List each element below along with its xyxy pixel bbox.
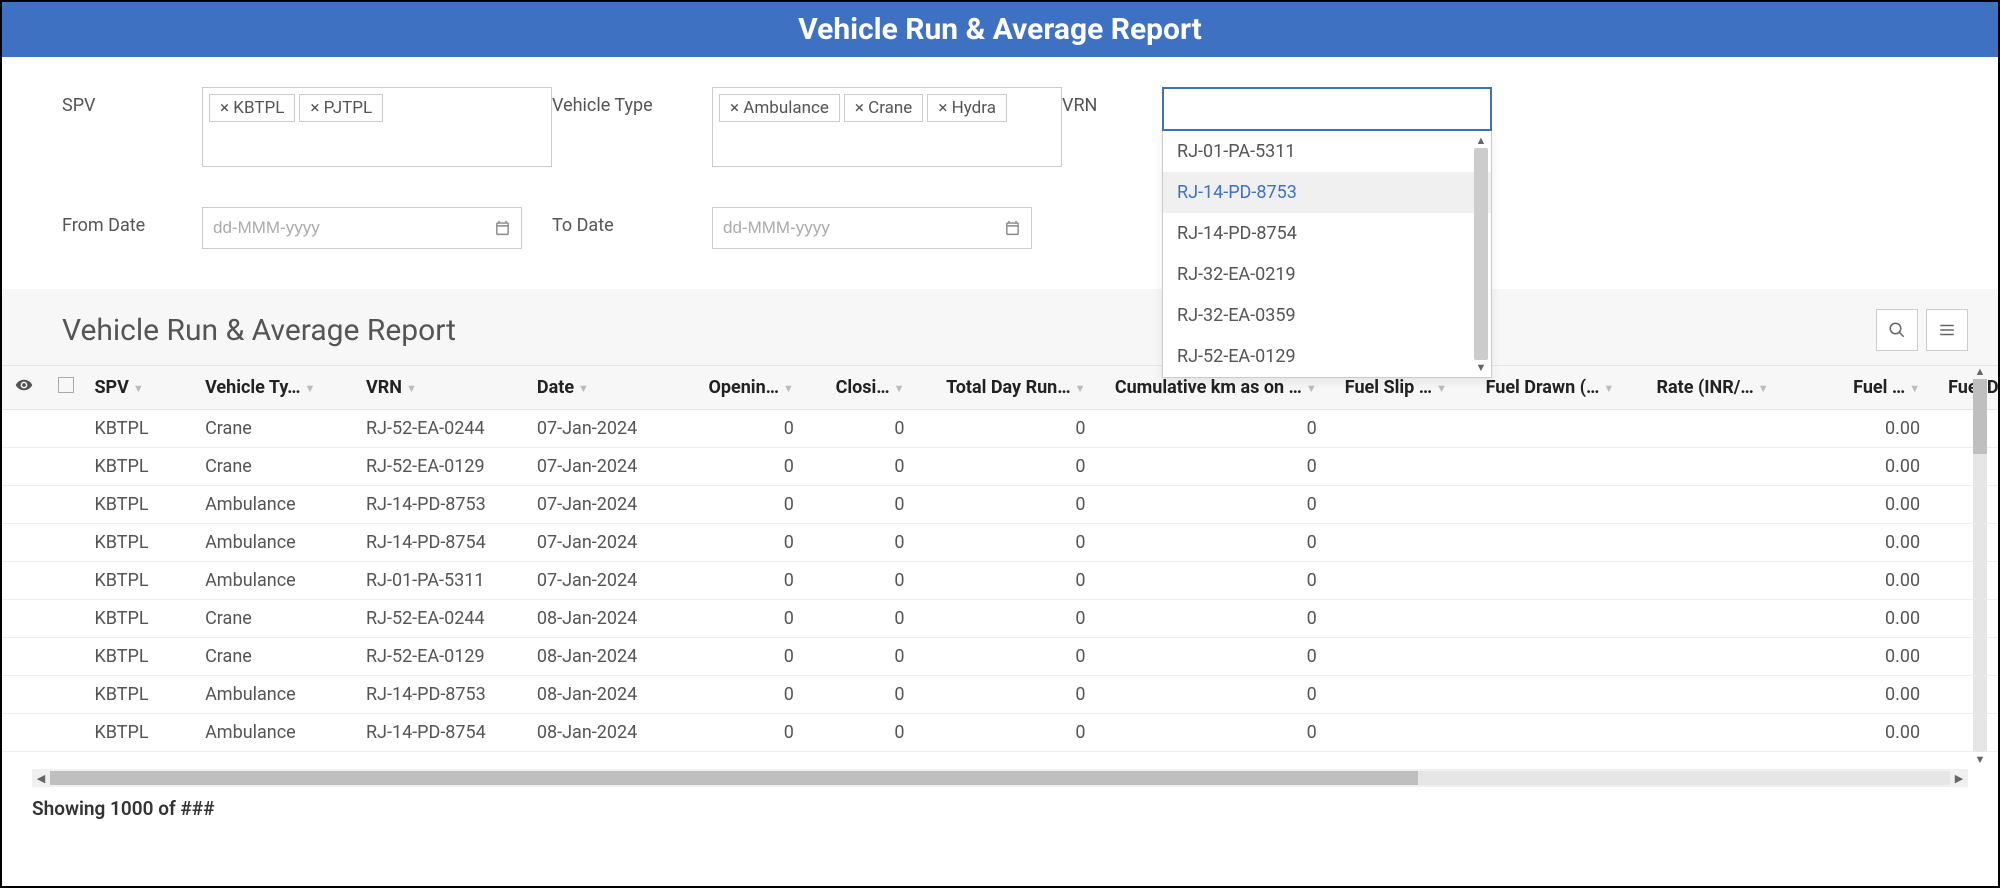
tag-pjtpl[interactable]: × PJTPL — [299, 94, 383, 122]
report-toolbar: Vehicle Run & Average Report — [2, 289, 1998, 365]
sort-caret-icon[interactable]: ▼ — [894, 382, 905, 395]
sort-caret-icon[interactable]: ▼ — [133, 382, 144, 395]
from-date-field[interactable] — [213, 218, 494, 238]
tag-kbtpl[interactable]: × KBTPL — [209, 94, 295, 122]
vrn-option[interactable]: RJ-32-EA-0219 — [1163, 254, 1491, 295]
table-row[interactable]: KBTPLAmbulanceRJ-14-PD-875408-Jan-202400… — [2, 714, 1998, 752]
chevron-left-icon[interactable]: ◀ — [32, 772, 50, 785]
sort-caret-icon[interactable]: ▼ — [578, 382, 589, 395]
column-header[interactable]: SPV▼ — [86, 366, 197, 410]
search-icon — [1888, 321, 1906, 339]
vrn-scrollbar[interactable]: ▲ ▼ — [1473, 135, 1489, 373]
column-header[interactable]: Fuel Drawn (…▼ — [1478, 366, 1649, 410]
sort-caret-icon[interactable]: ▼ — [304, 382, 315, 395]
sort-caret-icon[interactable]: ▼ — [1603, 382, 1614, 395]
calendar-icon[interactable] — [1004, 219, 1021, 237]
calendar-icon[interactable] — [494, 219, 511, 237]
from-date-input[interactable] — [202, 207, 522, 249]
tag-ambulance[interactable]: × Ambulance — [719, 94, 840, 122]
table-row[interactable]: KBTPLCraneRJ-52-EA-012908-Jan-202400000.… — [2, 638, 1998, 676]
table-row[interactable]: KBTPLAmbulanceRJ-14-PD-875308-Jan-202400… — [2, 676, 1998, 714]
report-title: Vehicle Run & Average Report — [62, 313, 456, 348]
column-header[interactable]: Openin…▼ — [700, 366, 814, 410]
from-date-label: From Date — [62, 207, 202, 236]
vrn-option[interactable]: RJ-01-PA-5311 — [1163, 131, 1491, 172]
column-header[interactable]: Total Day Run…▼ — [925, 366, 1106, 410]
to-date-field[interactable] — [723, 218, 1004, 238]
table-row[interactable]: KBTPLCraneRJ-52-EA-012907-Jan-202400000.… — [2, 448, 1998, 486]
eye-icon[interactable] — [15, 376, 33, 394]
vrn-option[interactable]: RJ-32-EA-0359 — [1163, 295, 1491, 336]
to-date-input[interactable] — [712, 207, 1032, 249]
column-header[interactable]: Fuel …▼ — [1809, 366, 1940, 410]
vrn-label: VRN — [1062, 87, 1162, 116]
vrn-input[interactable] — [1162, 87, 1492, 131]
footer-status: Showing 1000 of ### — [2, 791, 1998, 828]
scroll-thumb[interactable] — [1973, 379, 1987, 454]
vrn-dropdown[interactable]: RJ-01-PA-5311RJ-14-PD-8753RJ-14-PD-8754R… — [1162, 131, 1492, 378]
spv-label: SPV — [62, 87, 202, 116]
sort-caret-icon[interactable]: ▼ — [1075, 382, 1086, 395]
vrn-option[interactable]: RJ-14-PD-8753 — [1163, 172, 1491, 213]
chevron-up-icon[interactable]: ▲ — [1476, 135, 1487, 146]
menu-button[interactable] — [1926, 309, 1968, 351]
column-header[interactable]: Rate (INR/…▼ — [1649, 366, 1810, 410]
table-horizontal-scrollbar[interactable]: ◀ ▶ — [32, 769, 1968, 787]
column-header[interactable]: Date▼ — [529, 366, 700, 410]
hamburger-icon — [1938, 321, 1956, 339]
scroll-track[interactable] — [1973, 379, 1987, 752]
filters-panel: SPV × KBTPL× PJTPL Vehicle Type × Ambula… — [2, 57, 1998, 289]
spv-select[interactable]: × KBTPL× PJTPL — [202, 87, 552, 167]
table-row[interactable]: KBTPLAmbulanceRJ-14-PD-875307-Jan-202400… — [2, 486, 1998, 524]
table-row[interactable]: KBTPLAmbulanceRJ-14-PD-875407-Jan-202400… — [2, 524, 1998, 562]
tag-hydra[interactable]: × Hydra — [927, 94, 1007, 122]
search-button[interactable] — [1876, 309, 1918, 351]
sort-caret-icon[interactable]: ▼ — [1306, 382, 1317, 395]
vehicle-type-select[interactable]: × Ambulance× Crane× Hydra — [712, 87, 1062, 167]
table-row[interactable]: KBTPLCraneRJ-52-EA-024408-Jan-202400000.… — [2, 600, 1998, 638]
select-all-checkbox[interactable] — [58, 377, 74, 393]
sort-caret-icon[interactable]: ▼ — [783, 382, 794, 395]
chevron-down-icon[interactable]: ▼ — [1476, 362, 1487, 373]
chevron-up-icon[interactable]: ▲ — [1975, 366, 1986, 377]
sort-caret-icon[interactable]: ▼ — [1909, 382, 1920, 395]
column-header[interactable]: Closi…▼ — [814, 366, 925, 410]
page-title: Vehicle Run & Average Report — [798, 12, 1202, 47]
table-row[interactable]: KBTPLCraneRJ-52-EA-024407-Jan-202400000.… — [2, 410, 1998, 448]
report-table: SPV▼Vehicle Ty…▼VRN▼Date▼Openin…▼Closi…▼… — [2, 366, 1998, 752]
table-vertical-scrollbar[interactable]: ▲ ▼ — [1972, 366, 1988, 765]
scroll-track[interactable] — [1474, 148, 1488, 360]
table-row[interactable]: KBTPLAmbulanceRJ-01-PA-531107-Jan-202400… — [2, 562, 1998, 600]
tag-crane[interactable]: × Crane — [844, 94, 923, 122]
vehicle-type-label: Vehicle Type — [552, 87, 712, 116]
report-table-wrap: SPV▼Vehicle Ty…▼VRN▼Date▼Openin…▼Closi…▼… — [2, 365, 1998, 765]
sort-caret-icon[interactable]: ▼ — [1436, 382, 1447, 395]
vrn-combobox[interactable]: RJ-01-PA-5311RJ-14-PD-8753RJ-14-PD-8754R… — [1162, 87, 1502, 131]
sort-caret-icon[interactable]: ▼ — [1758, 382, 1769, 395]
vrn-option[interactable]: RJ-14-PD-8754 — [1163, 213, 1491, 254]
vrn-option[interactable]: RJ-52-EA-0129 — [1163, 336, 1491, 377]
column-header[interactable]: Fuel D▼ — [1940, 366, 1998, 410]
chevron-right-icon[interactable]: ▶ — [1950, 772, 1968, 785]
chevron-down-icon[interactable]: ▼ — [1975, 754, 1986, 765]
column-header[interactable]: VRN▼ — [358, 366, 529, 410]
to-date-label: To Date — [552, 207, 712, 236]
sort-caret-icon[interactable]: ▼ — [406, 382, 417, 395]
column-header[interactable]: Vehicle Ty…▼ — [197, 366, 358, 410]
page-title-bar: Vehicle Run & Average Report — [2, 2, 1998, 57]
scroll-thumb[interactable] — [50, 771, 1418, 785]
